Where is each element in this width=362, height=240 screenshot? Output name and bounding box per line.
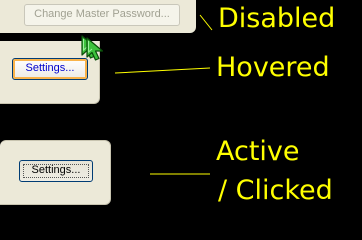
caption-disabled: Disabled <box>218 3 336 34</box>
connector-disabled <box>199 14 213 31</box>
caption-hovered: Hovered <box>216 52 330 83</box>
connector-hovered <box>114 67 211 74</box>
caption-clicked: / Clicked <box>218 175 333 206</box>
caption-active: Active <box>216 136 300 167</box>
